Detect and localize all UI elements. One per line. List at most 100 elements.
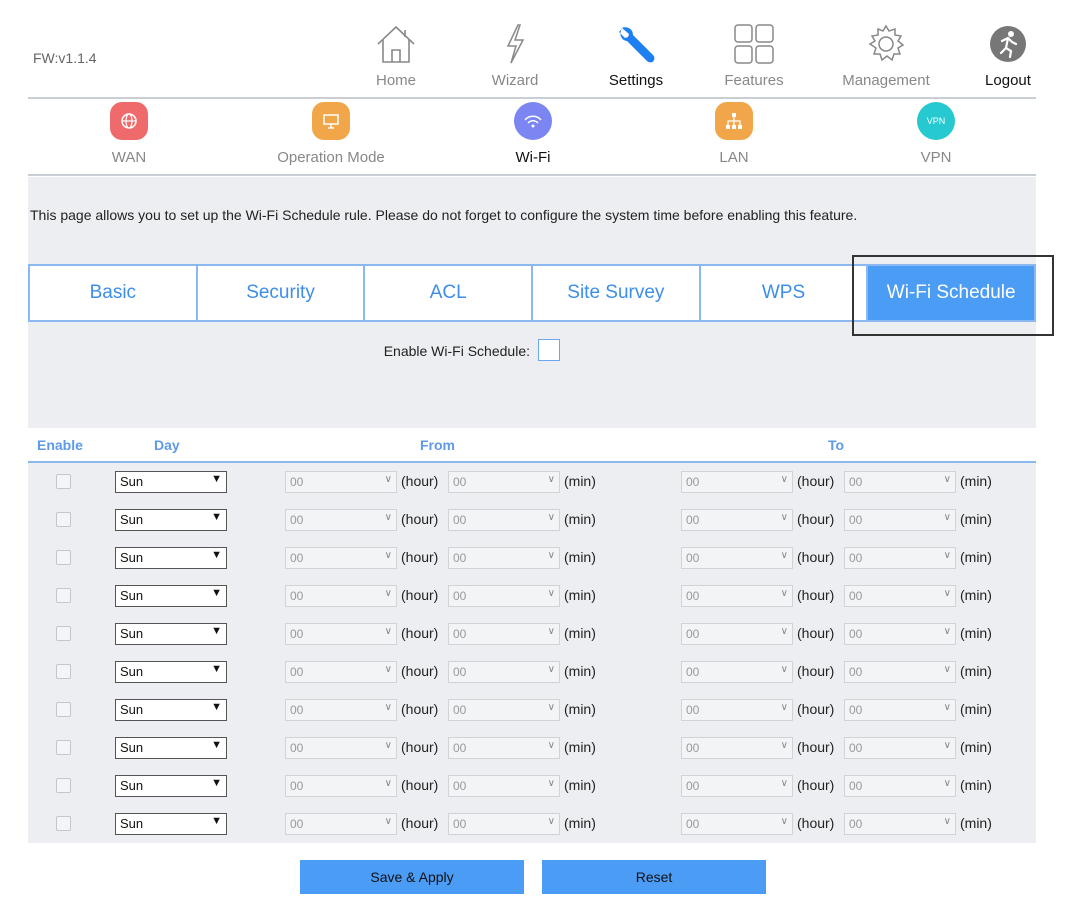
from-min-select[interactable]: 00 ∨: [448, 547, 560, 569]
chevron-down-icon: ∨: [547, 816, 555, 827]
row-enable-checkbox[interactable]: [56, 816, 71, 831]
row-enable-checkbox[interactable]: [56, 512, 71, 527]
day-select[interactable]: Sun ▼: [115, 547, 227, 569]
nav-management[interactable]: Management: [836, 20, 936, 89]
subnav-vpn[interactable]: VPN VPN: [856, 102, 1016, 166]
to-min-select[interactable]: 00 ∨: [844, 775, 956, 797]
chevron-down-icon: ∨: [547, 702, 555, 713]
subnav-wan[interactable]: WAN: [49, 102, 209, 166]
to-min-select[interactable]: 00 ∨: [844, 699, 956, 721]
to-hour-select[interactable]: 00 ∨: [681, 737, 793, 759]
chevron-down-icon: ∨: [547, 664, 555, 675]
save-apply-button[interactable]: Save & Apply: [300, 860, 524, 894]
to-hour-select[interactable]: 00 ∨: [681, 661, 793, 683]
to-min-select[interactable]: 00 ∨: [844, 547, 956, 569]
from-hour-select[interactable]: 00 ∨: [285, 623, 397, 645]
tab-wifi-schedule[interactable]: Wi-Fi Schedule: [868, 266, 1035, 320]
from-min-select[interactable]: 00 ∨: [448, 585, 560, 607]
day-select[interactable]: Sun ▼: [115, 775, 227, 797]
to-hour-select[interactable]: 00 ∨: [681, 547, 793, 569]
row-enable-checkbox[interactable]: [56, 588, 71, 603]
from-min-select[interactable]: 00 ∨: [448, 813, 560, 835]
to-hour-select[interactable]: 00 ∨: [681, 813, 793, 835]
to-hour-select[interactable]: 00 ∨: [681, 775, 793, 797]
tab-site-survey[interactable]: Site Survey: [533, 266, 701, 320]
day-select[interactable]: Sun ▼: [115, 813, 227, 835]
from-hour-select[interactable]: 00 ∨: [285, 813, 397, 835]
row-enable-checkbox[interactable]: [56, 474, 71, 489]
row-enable-checkbox[interactable]: [56, 740, 71, 755]
from-min-select[interactable]: 00 ∨: [448, 737, 560, 759]
row-enable-checkbox[interactable]: [56, 626, 71, 641]
to-hour-select[interactable]: 00 ∨: [681, 623, 793, 645]
from-hour-unit: (hour): [401, 587, 439, 603]
row-enable-checkbox[interactable]: [56, 702, 71, 717]
reset-button[interactable]: Reset: [542, 860, 766, 894]
nav-wizard[interactable]: Wizard: [465, 20, 565, 89]
tab-acl[interactable]: ACL: [365, 266, 534, 320]
nav-logout[interactable]: Logout: [958, 20, 1058, 89]
from-hour-select[interactable]: 00 ∨: [285, 547, 397, 569]
from-min-select[interactable]: 00 ∨: [448, 775, 560, 797]
from-hour-select[interactable]: 00 ∨: [285, 585, 397, 607]
subnav-wifi-label: Wi-Fi: [515, 149, 551, 166]
day-select[interactable]: Sun ▼: [115, 509, 227, 531]
subnav-operation-mode[interactable]: Operation Mode: [251, 102, 411, 166]
table-row: Sun ▼ 00 ∨ (hour) 00 ∨ (min) 00 ∨ (hour) 00 ∨ (min): [28, 729, 1036, 767]
to-min-select[interactable]: 00 ∨: [844, 623, 956, 645]
to-min-select[interactable]: 00 ∨: [844, 509, 956, 531]
from-hour-select[interactable]: 00 ∨: [285, 471, 397, 493]
day-select[interactable]: Sun ▼: [115, 737, 227, 759]
nav-home[interactable]: Home: [346, 20, 446, 89]
enable-schedule-checkbox[interactable]: [538, 339, 560, 361]
to-hour-select[interactable]: 00 ∨: [681, 699, 793, 721]
subnav-lan-label: LAN: [719, 149, 749, 166]
day-select[interactable]: Sun ▼: [115, 699, 227, 721]
to-hour-unit: (hour): [797, 777, 835, 793]
nav-settings[interactable]: Settings: [586, 20, 686, 89]
from-min-select[interactable]: 00 ∨: [448, 471, 560, 493]
subnav-wan-label: WAN: [111, 149, 147, 166]
to-min-select[interactable]: 00 ∨: [844, 471, 956, 493]
nav-features[interactable]: Features: [704, 20, 804, 89]
from-hour-select[interactable]: 00 ∨: [285, 509, 397, 531]
from-hour-select[interactable]: 00 ∨: [285, 775, 397, 797]
from-min-unit: (min): [564, 587, 596, 603]
to-min-select[interactable]: 00 ∨: [844, 661, 956, 683]
to-hour-select[interactable]: 00 ∨: [681, 585, 793, 607]
from-min-select[interactable]: 00 ∨: [448, 699, 560, 721]
to-min-select[interactable]: 00 ∨: [844, 585, 956, 607]
subnav-wifi[interactable]: Wi-Fi: [453, 102, 613, 166]
to-hour-select[interactable]: 00 ∨: [681, 509, 793, 531]
from-min-select[interactable]: 00 ∨: [448, 623, 560, 645]
to-min-select[interactable]: 00 ∨: [844, 813, 956, 835]
nav-settings-label: Settings: [608, 72, 664, 89]
nav-features-label: Features: [724, 72, 784, 89]
tab-security[interactable]: Security: [197, 266, 366, 320]
chevron-down-icon: ∨: [384, 702, 392, 713]
tab-basic[interactable]: Basic: [30, 266, 198, 320]
from-hour-unit: (hour): [401, 777, 439, 793]
row-enable-checkbox[interactable]: [56, 778, 71, 793]
from-min-select[interactable]: 00 ∨: [448, 661, 560, 683]
chevron-down-icon: ∨: [943, 512, 951, 523]
to-min-select[interactable]: 00 ∨: [844, 737, 956, 759]
tab-wps[interactable]: WPS: [700, 266, 869, 320]
day-select[interactable]: Sun ▼: [115, 623, 227, 645]
from-min-value: 00: [453, 779, 467, 793]
day-select[interactable]: Sun ▼: [115, 471, 227, 493]
from-hour-select[interactable]: 00 ∨: [285, 699, 397, 721]
day-select-value: Sun: [120, 588, 144, 603]
to-min-unit: (min): [960, 777, 992, 793]
row-enable-checkbox[interactable]: [56, 664, 71, 679]
to-hour-select[interactable]: 00 ∨: [681, 471, 793, 493]
from-hour-select[interactable]: 00 ∨: [285, 737, 397, 759]
day-select[interactable]: Sun ▼: [115, 585, 227, 607]
from-hour-select[interactable]: 00 ∨: [285, 661, 397, 683]
subnav-lan[interactable]: LAN: [654, 102, 814, 166]
from-min-select[interactable]: 00 ∨: [448, 509, 560, 531]
day-select[interactable]: Sun ▼: [115, 661, 227, 683]
row-enable-checkbox[interactable]: [56, 550, 71, 565]
chevron-down-icon: ∨: [780, 588, 788, 599]
nav-logout-label: Logout: [985, 72, 1031, 89]
